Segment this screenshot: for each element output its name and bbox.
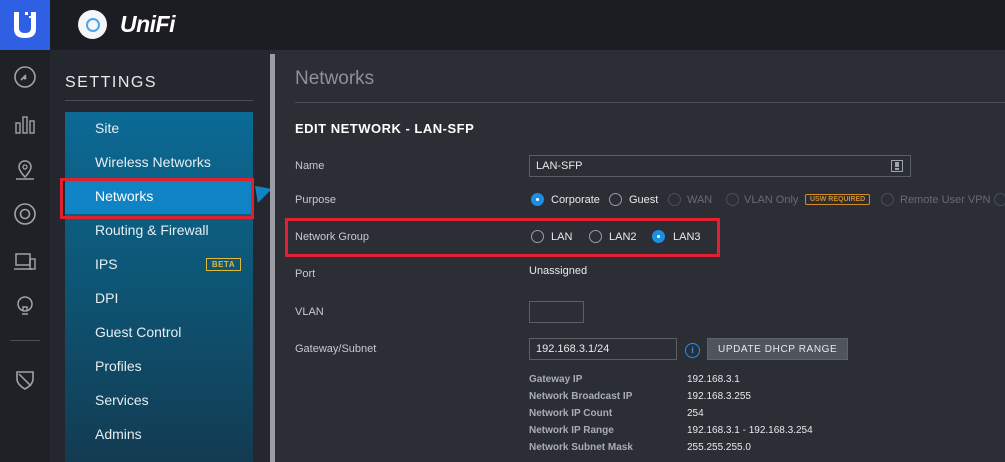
vlan-label: VLAN [295, 306, 324, 318]
ip-range-key: Network IP Range [529, 425, 614, 436]
menu-item-label: DPI [95, 290, 119, 306]
insights-icon[interactable] [13, 294, 37, 318]
subnet-mask-value: 255.255.255.0 [687, 442, 751, 453]
menu-item-label: Wireless Networks [95, 154, 211, 170]
settings-title: SETTINGS [65, 74, 158, 91]
devices-icon[interactable] [13, 202, 37, 226]
purpose-label: Purpose [295, 194, 336, 206]
purpose-vlan-only-radio[interactable] [726, 193, 739, 206]
broadcast-ip-key: Network Broadcast IP [529, 391, 633, 402]
ip-count-key: Network IP Count [529, 408, 613, 419]
menu-item-profiles[interactable]: Profiles [65, 350, 253, 384]
purpose-guest-radio[interactable] [609, 193, 622, 206]
usw-required-badge: USW REQUIRED [805, 194, 871, 205]
menu-item-label: Site [95, 120, 120, 136]
highlight-network-group [285, 218, 720, 257]
statistics-icon[interactable] [13, 112, 37, 136]
gateway-subnet-label: Gateway/Subnet [295, 343, 377, 355]
menu-item-guest-control[interactable]: Guest Control [65, 316, 253, 350]
page-title: Networks [295, 68, 375, 89]
settings-divider [65, 100, 253, 101]
top-bar: UniFi [0, 0, 1005, 50]
menu-item-dpi[interactable]: DPI [65, 282, 253, 316]
settings-menu: Site Wireless Networks Networks Routing … [65, 112, 253, 462]
menu-item-label: Services [95, 392, 149, 408]
subnet-mask-key: Network Subnet Mask [529, 442, 633, 453]
menu-item-label: Guest Control [95, 324, 182, 340]
name-input[interactable]: LAN-SFP [529, 155, 911, 177]
unifi-device-icon [78, 10, 107, 39]
menu-item-admins[interactable]: Admins [65, 418, 253, 452]
shield-icon[interactable] [13, 368, 37, 392]
purpose-wan-radio[interactable] [668, 193, 681, 206]
menu-item-label: Admins [95, 426, 142, 442]
menu-item-label: Profiles [95, 358, 142, 374]
brand-name: UniFi [120, 11, 176, 37]
password-manager-icon[interactable] [891, 160, 903, 172]
icon-bar-divider [10, 340, 40, 341]
name-label: Name [295, 160, 325, 172]
menu-item-ips[interactable]: IPS BETA [65, 248, 253, 282]
ip-count-value: 254 [687, 408, 704, 419]
ip-range-value: 192.168.3.1 - 192.168.3.254 [687, 425, 813, 436]
update-dhcp-range-button[interactable]: UPDATE DHCP RANGE [707, 338, 849, 360]
menu-item-wireless-networks[interactable]: Wireless Networks [65, 146, 253, 180]
icon-sidebar [0, 50, 50, 462]
map-icon[interactable] [13, 158, 37, 182]
port-value: Unassigned [529, 265, 588, 277]
purpose-remote-vpn-radio[interactable] [881, 193, 894, 206]
highlight-networks-menu [60, 178, 254, 219]
gateway-ip-key: Gateway IP [529, 374, 583, 385]
menu-item-label: IPS [95, 256, 118, 272]
section-title: EDIT NETWORK - LAN-SFP [295, 121, 475, 136]
gateway-subnet-input[interactable]: 192.168.3.1/24 [529, 338, 677, 360]
menu-item-label: Routing & Firewall [95, 222, 209, 238]
purpose-more-radio[interactable] [994, 193, 1005, 206]
purpose-vlan-only-label: VLAN Only [744, 194, 799, 206]
ubiquiti-logo-icon[interactable] [0, 0, 50, 50]
port-label: Port [295, 268, 316, 280]
vlan-input[interactable] [529, 301, 584, 323]
broadcast-ip-value: 192.168.3.255 [687, 391, 751, 402]
settings-panel: SETTINGS Site Wireless Networks Networks… [50, 50, 270, 462]
purpose-guest-label: Guest [629, 194, 659, 206]
beta-badge: BETA [205, 258, 241, 271]
menu-item-routing-firewall[interactable]: Routing & Firewall [65, 214, 253, 248]
menu-item-site[interactable]: Site [65, 112, 253, 146]
gateway-ip-value: 192.168.3.1 [687, 374, 740, 385]
dashboard-icon[interactable] [13, 65, 37, 89]
purpose-remote-vpn-label: Remote User VPN [900, 194, 991, 206]
clients-icon[interactable] [13, 250, 37, 274]
purpose-corporate-label: Corporate [551, 194, 600, 206]
purpose-wan-label: WAN [687, 194, 713, 206]
page-title-divider [295, 102, 1005, 103]
purpose-corporate-radio[interactable] [531, 193, 544, 206]
info-icon[interactable]: i [685, 343, 700, 358]
menu-item-services[interactable]: Services [65, 384, 253, 418]
